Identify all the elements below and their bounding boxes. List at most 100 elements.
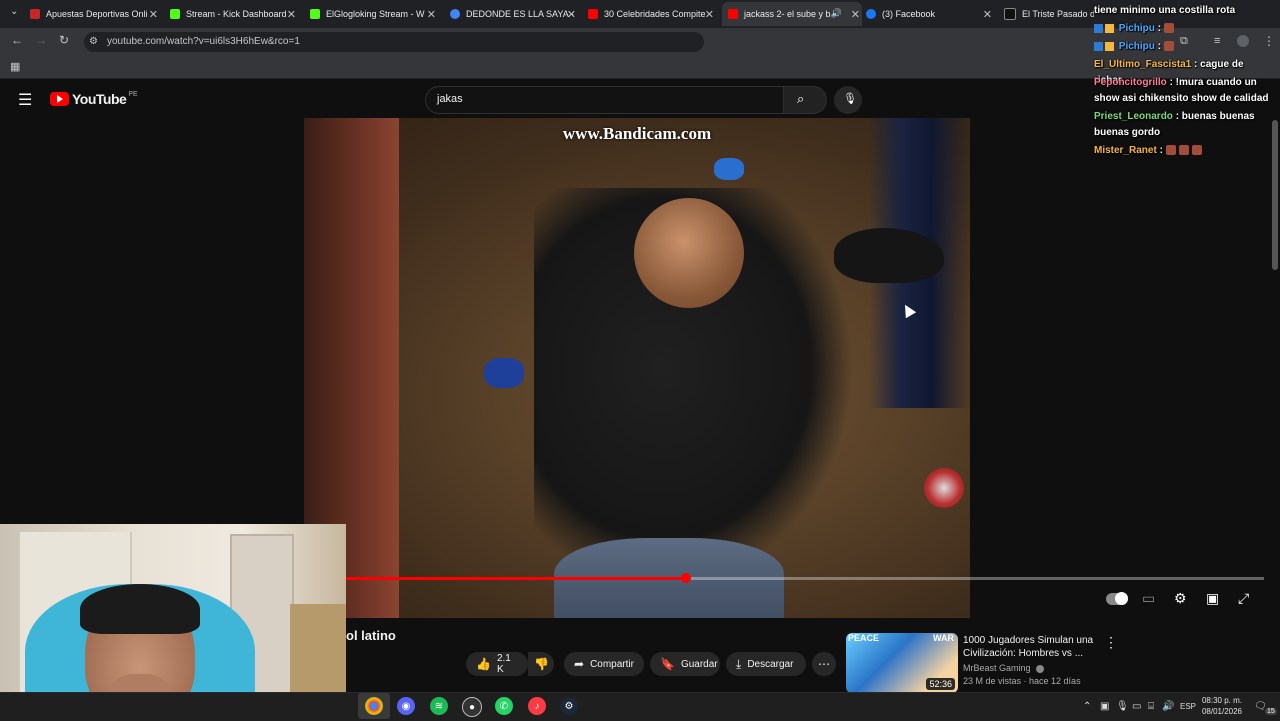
- share-icon: ➦: [574, 657, 585, 671]
- recommended-channel-name[interactable]: MrBeast Gaming: [963, 663, 1045, 673]
- tray-chevron-icon[interactable]: ⌃: [1083, 701, 1091, 712]
- webcam-streamer-hair: [80, 584, 200, 634]
- tab-close-icon[interactable]: ✕: [149, 8, 158, 21]
- browser-tab[interactable]: Stream - Kick Dashboard ✕: [170, 2, 298, 26]
- fullscreen-icon[interactable]: ⤢: [1238, 590, 1249, 607]
- browser-tab[interactable]: (3) Facebook ✕: [866, 2, 994, 26]
- bookmark-icon: 🔖: [660, 657, 675, 671]
- chat-emote-icon: [1164, 41, 1175, 52]
- video-duration-badge: 52:36: [926, 678, 955, 690]
- tab-audio-icon[interactable]: 🔊: [831, 8, 842, 19]
- site-info-icon[interactable]: ⚙: [89, 36, 98, 47]
- reload-icon[interactable]: ↻: [59, 33, 69, 47]
- chat-username[interactable]: El_Ultimo_Fascista1: [1094, 59, 1191, 70]
- tab-favicon-icon: [170, 9, 180, 19]
- chat-badge-icon: [1105, 41, 1114, 51]
- tray-display-icon[interactable]: ▭: [1132, 701, 1141, 712]
- chat-username[interactable]: Pichipu: [1119, 41, 1155, 52]
- video-frame-bag: [484, 358, 524, 388]
- back-icon[interactable]: ←: [11, 33, 23, 47]
- language-indicator[interactable]: ESP: [1180, 702, 1196, 711]
- progress-scrubber[interactable]: [681, 573, 691, 583]
- tab-close-icon[interactable]: ✕: [287, 8, 296, 21]
- tab-title: ElGlogloking Stream - W: [326, 9, 425, 19]
- more-horizontal-icon: ⋯: [818, 657, 830, 671]
- chat-text: :: [1157, 23, 1162, 34]
- browser-tab-active[interactable]: jackass 2- el sube y b 🔊 ✕: [722, 2, 862, 26]
- music-app-icon[interactable]: ♪: [528, 697, 546, 715]
- video-frame-bag: [714, 158, 744, 180]
- recording-watermark: www.Bandicam.com: [562, 124, 712, 143]
- chat-emote-icon: [1164, 23, 1175, 34]
- save-label: Guardar: [680, 658, 718, 670]
- browser-tab[interactable]: Apuestas Deportivas Onli ✕: [30, 2, 160, 26]
- subtitles-icon[interactable]: ▭: [1142, 590, 1155, 607]
- search-button[interactable]: ⌕: [783, 86, 827, 114]
- voice-search-button[interactable]: 🎙: [834, 86, 862, 114]
- theater-mode-icon[interactable]: ▣: [1206, 590, 1219, 607]
- more-actions-button[interactable]: ⋯: [812, 652, 836, 676]
- autoplay-toggle[interactable]: [1106, 592, 1128, 605]
- tab-close-icon[interactable]: ✕: [705, 8, 714, 21]
- chat-text: tiene minimo una costilla rota: [1094, 5, 1236, 16]
- chat-emote-icon: [1191, 145, 1202, 156]
- chat-username[interactable]: Mister_Ranet: [1094, 145, 1157, 156]
- discord-icon[interactable]: ◉: [397, 697, 415, 715]
- youtube-logo[interactable]: YouTube PE: [50, 91, 138, 107]
- tab-title: jackass 2- el sube y b: [744, 9, 831, 19]
- microphone-icon: 🎙: [843, 93, 857, 105]
- recommended-video-thumbnail[interactable]: PEACE WAR 52:36: [846, 633, 958, 693]
- chat-badge-icon: [1105, 23, 1114, 33]
- video-title: ol latino: [346, 628, 396, 643]
- bookmarks-bar: [0, 56, 1280, 79]
- tab-close-icon[interactable]: ✕: [983, 8, 992, 21]
- network-icon[interactable]: ⌸: [1148, 701, 1154, 712]
- steam-icon[interactable]: ⚙: [560, 697, 578, 715]
- recommended-video-title[interactable]: 1000 Jugadores Simulan una Civilización:…: [963, 634, 1098, 660]
- video-player[interactable]: www.Bandicam.com: [304, 118, 970, 618]
- chat-username[interactable]: Priest_Leonardo: [1094, 111, 1173, 122]
- chat-message: Peponcitogrillo : !mura cuando un show a…: [1094, 75, 1274, 107]
- tab-favicon-icon: [866, 9, 876, 19]
- browser-tab[interactable]: 30 Celebridades Compite ✕: [588, 2, 716, 26]
- share-button[interactable]: ➦ Compartir: [564, 652, 644, 676]
- forward-icon[interactable]: →: [35, 33, 47, 47]
- save-button[interactable]: 🔖 Guardar: [650, 652, 720, 676]
- whatsapp-icon[interactable]: ✆: [495, 697, 513, 715]
- spotify-icon[interactable]: ≋: [430, 697, 448, 715]
- browser-tab[interactable]: El Triste Pasado de A: [1004, 2, 1094, 26]
- more-vertical-icon[interactable]: ⋮: [1104, 634, 1118, 651]
- tray-app-icon[interactable]: ▣: [1100, 701, 1109, 712]
- tab-title: Stream - Kick Dashboard: [186, 9, 287, 19]
- chat-message: Priest_Leonardo : buenas buenas buenas g…: [1094, 109, 1274, 141]
- like-button[interactable]: 👍 2.1 K: [466, 652, 528, 676]
- download-icon: ⤓: [736, 656, 742, 671]
- hamburger-menu-icon[interactable]: ☰: [18, 90, 32, 110]
- chat-message: Pichipu :: [1094, 39, 1274, 55]
- apps-grid-icon[interactable]: ▦: [10, 60, 20, 73]
- chat-username[interactable]: Pichipu: [1119, 23, 1155, 34]
- search-query[interactable]: jakas: [437, 93, 463, 105]
- chat-text: :: [1159, 145, 1163, 156]
- tray-mic-icon[interactable]: 🎙: [1116, 701, 1129, 712]
- region-code: PE: [128, 90, 138, 98]
- tab-close-icon[interactable]: ✕: [567, 8, 576, 21]
- chat-username[interactable]: Peponcitogrillo: [1094, 77, 1167, 88]
- dislike-button[interactable]: 👎: [528, 652, 554, 676]
- tab-close-icon[interactable]: ✕: [851, 8, 860, 21]
- settings-gear-icon[interactable]: ⚙: [1174, 590, 1187, 607]
- url-text[interactable]: youtube.com/watch?v=ui6ls3H6hEw&rco=1: [107, 36, 300, 47]
- chrome-icon[interactable]: [365, 697, 383, 715]
- browser-tab[interactable]: DEDONDE ES LLA SAYA - ✕: [450, 2, 578, 26]
- obs-icon[interactable]: ●: [462, 697, 482, 717]
- browser-tab[interactable]: ElGlogloking Stream - W ✕: [310, 2, 438, 26]
- volume-icon[interactable]: 🔊: [1162, 701, 1174, 712]
- tab-search-icon[interactable]: ⌄: [10, 6, 18, 17]
- clock-time: 08:30 p. m.: [1201, 696, 1242, 705]
- download-button[interactable]: ⤓ Descargar: [726, 652, 806, 676]
- system-clock[interactable]: 08:30 p. m. 08/01/2026: [1200, 695, 1242, 717]
- tab-close-icon[interactable]: ✕: [427, 8, 436, 21]
- search-input[interactable]: jakas: [425, 86, 785, 114]
- verified-icon: [1036, 664, 1045, 673]
- browser-tab-strip: ⌄ Apuestas Deportivas Onli ✕ Stream - Ki…: [0, 0, 1280, 28]
